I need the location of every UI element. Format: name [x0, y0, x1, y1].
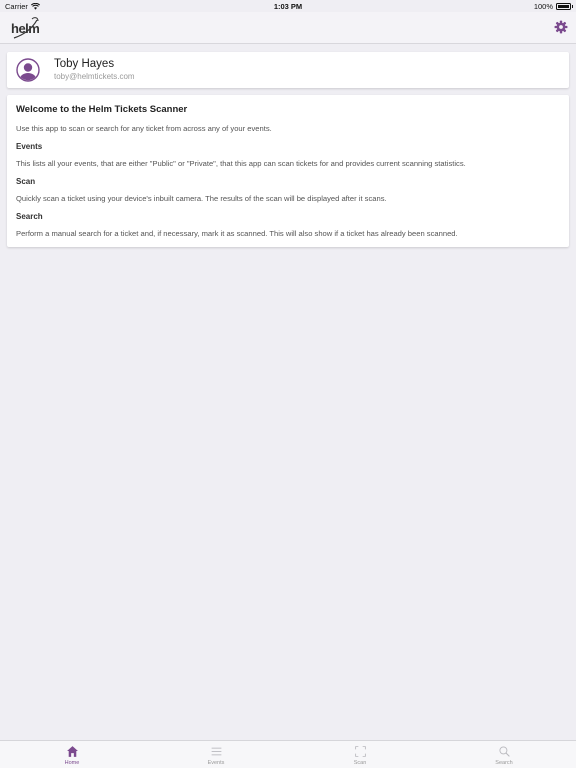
user-card[interactable]: Toby Hayes toby@helmtickets.com	[7, 52, 569, 88]
welcome-card: Welcome to the Helm Tickets Scanner Use …	[7, 95, 569, 247]
welcome-intro: Use this app to scan or search for any t…	[16, 124, 272, 133]
nav-bar: helm	[0, 12, 576, 44]
tab-home-label: Home	[64, 760, 80, 766]
search-description: Perform a manual search for a ticket and…	[16, 229, 458, 238]
scan-heading: Scan	[16, 177, 36, 186]
user-email: toby@helmtickets.com	[54, 72, 135, 81]
scan-frame-icon	[354, 746, 366, 757]
status-right: 100%	[533, 1, 573, 11]
tab-search[interactable]: Search	[432, 741, 576, 768]
helm-logo[interactable]: helm	[10, 16, 40, 42]
gear-icon[interactable]	[554, 20, 568, 34]
user-name: Toby Hayes	[54, 58, 115, 70]
status-time: 1:03 PM	[273, 1, 303, 11]
scan-description: Quickly scan a ticket using your device'…	[16, 194, 387, 203]
avatar-icon	[16, 58, 40, 82]
tab-events[interactable]: Events	[144, 741, 288, 768]
carrier-label: Carrier	[5, 1, 28, 11]
events-heading: Events	[16, 142, 43, 151]
welcome-title: Welcome to the Helm Tickets Scanner	[16, 104, 188, 115]
tab-bar: Home Events Scan Search	[0, 740, 576, 768]
home-icon	[66, 746, 78, 757]
tab-events-label: Events	[207, 760, 225, 766]
tab-home[interactable]: Home	[0, 741, 144, 768]
status-left: Carrier	[5, 2, 40, 11]
wifi-icon	[30, 2, 40, 10]
tab-scan[interactable]: Scan	[288, 741, 432, 768]
battery-icon	[556, 2, 573, 10]
tab-search-label: Search	[495, 760, 513, 766]
list-icon	[211, 747, 221, 756]
events-description: This lists all your events, that are eit…	[16, 159, 466, 168]
search-heading: Search	[16, 212, 43, 221]
battery-percent: 100%	[533, 1, 553, 11]
tab-scan-label: Scan	[353, 760, 367, 766]
search-icon	[498, 746, 510, 757]
status-bar: Carrier 1:03 PM 100%	[0, 0, 576, 12]
